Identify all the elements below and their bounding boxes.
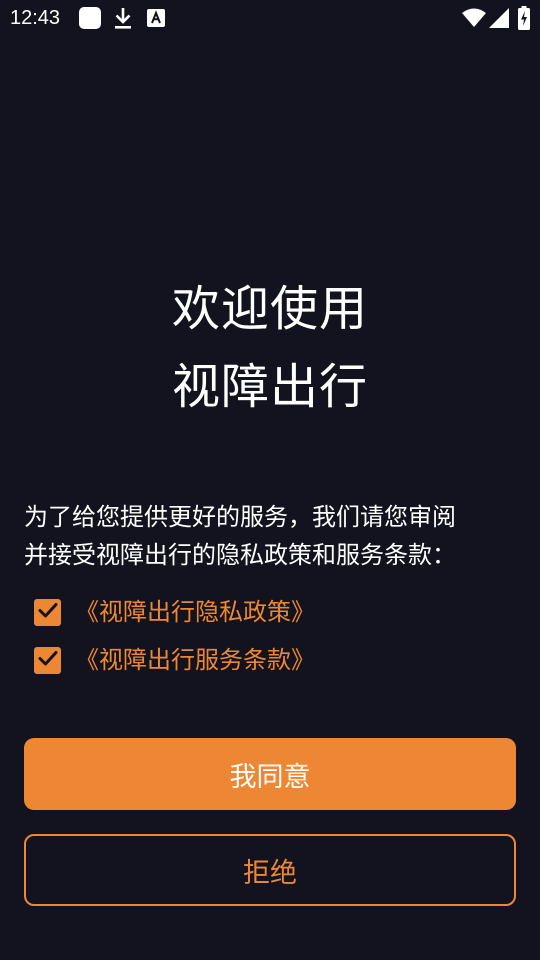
reject-button[interactable]: 拒绝	[24, 834, 516, 906]
terms-of-service-row[interactable]: 《视障出行服务条款》	[34, 642, 315, 678]
privacy-policy-row[interactable]: 《视障出行隐私政策》	[34, 594, 315, 630]
prompt-line-2: 并接受视障出行的隐私政策和服务条款：	[24, 541, 456, 569]
font-a-icon	[147, 9, 165, 31]
wifi-icon	[462, 8, 486, 32]
terms-of-service-checkbox[interactable]	[34, 646, 61, 674]
agree-button[interactable]: 我同意	[24, 738, 516, 810]
privacy-policy-link[interactable]: 《视障出行隐私政策》	[75, 594, 315, 630]
check-icon	[38, 602, 58, 622]
check-icon	[38, 650, 58, 670]
welcome-line-1: 欢迎使用	[171, 281, 368, 337]
privacy-policy-checkbox[interactable]	[34, 598, 61, 626]
prompt-line-1: 为了给您提供更好的服务，我们请您审阅	[24, 503, 456, 531]
welcome-line-2: 视障出行	[171, 359, 368, 415]
signal-icon	[489, 8, 509, 32]
status-time: 12:43	[10, 7, 61, 29]
battery-charging-icon	[518, 6, 530, 34]
terms-of-service-link[interactable]: 《视障出行服务条款》	[75, 642, 315, 678]
status-bar: 12:43	[0, 0, 540, 36]
download-icon	[113, 6, 133, 34]
consent-prompt: 为了给您提供更好的服务，我们请您审阅 并接受视障出行的隐私政策和服务条款：	[24, 498, 520, 574]
notification-square-icon	[79, 7, 101, 33]
welcome-title: 欢迎使用 视障出行	[0, 270, 540, 426]
